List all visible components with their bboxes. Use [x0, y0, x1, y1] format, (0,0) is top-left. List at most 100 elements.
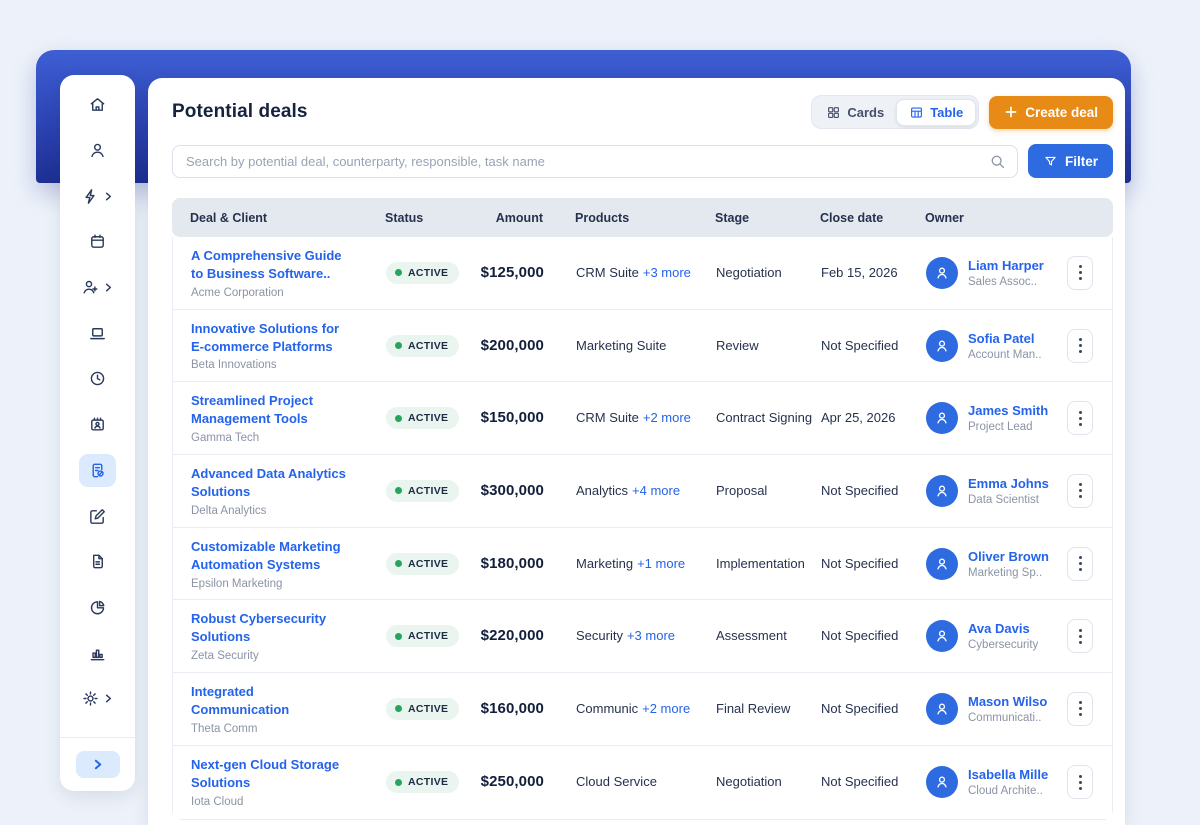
deal-title-link[interactable]: Integrated Communication	[191, 683, 353, 719]
status-badge: ACTIVE	[386, 698, 459, 720]
status-label: ACTIVE	[408, 776, 448, 788]
sidebar-item-contacts[interactable]	[60, 128, 135, 174]
sidebar-item-reports[interactable]	[60, 585, 135, 631]
search-input[interactable]	[172, 145, 1018, 178]
status-badge: ACTIVE	[386, 480, 459, 502]
pie-chart-icon	[88, 598, 107, 617]
table-row[interactable]: Advanced Data Analytics Solutions Delta …	[173, 455, 1112, 528]
table-row[interactable]: Customizable Marketing Automation System…	[173, 528, 1112, 601]
filter-label: Filter	[1065, 154, 1098, 169]
product-name: Marketing Suite	[576, 338, 666, 353]
product-name: Analytics	[576, 483, 628, 498]
filter-button[interactable]: Filter	[1028, 144, 1113, 178]
row-menu-button[interactable]	[1067, 474, 1093, 508]
person-icon	[933, 482, 951, 500]
gear-icon	[81, 689, 100, 708]
deal-title-link[interactable]: Next-gen Cloud Storage Solutions	[191, 756, 353, 792]
sidebar-item-leads[interactable]	[60, 265, 135, 311]
table-row[interactable]: A Comprehensive Guide to Business Softwa…	[173, 237, 1112, 310]
status-badge: ACTIVE	[386, 553, 459, 575]
row-menu-button[interactable]	[1067, 692, 1093, 726]
sidebar-item-settings[interactable]	[60, 676, 135, 722]
deal-title-link[interactable]: Streamlined Project Management Tools	[191, 392, 353, 428]
deal-stage: Final Review	[716, 701, 790, 716]
owner-name-link[interactable]: James Smith	[968, 403, 1048, 418]
sidebar	[60, 75, 135, 791]
row-menu-button[interactable]	[1067, 765, 1093, 799]
owner-name-link[interactable]: Emma Johns	[968, 476, 1049, 491]
status-dot-icon	[395, 269, 402, 276]
row-menu-button[interactable]	[1067, 256, 1093, 290]
products-more-link[interactable]: +3 more	[627, 628, 675, 643]
create-deal-label: Create deal	[1025, 105, 1098, 120]
chevron-right-icon	[103, 282, 114, 293]
search-row: Filter	[172, 144, 1113, 178]
view-toggle: Cards Table	[811, 95, 979, 129]
products-more-link[interactable]: +1 more	[637, 556, 685, 571]
table-view-button[interactable]: Table	[896, 99, 976, 126]
deal-stage: Contract Signing	[716, 410, 812, 425]
sidebar-item-home[interactable]	[60, 82, 135, 128]
sidebar-item-history[interactable]	[60, 356, 135, 402]
deal-client: Zeta Security	[191, 650, 386, 662]
table-row[interactable]: Robust Cybersecurity Solutions Zeta Secu…	[173, 600, 1112, 673]
owner-name-link[interactable]: Oliver Brown	[968, 549, 1049, 564]
sidebar-item-analytics[interactable]	[60, 630, 135, 676]
chevron-right-icon	[103, 191, 114, 202]
sidebar-item-deals[interactable]	[60, 448, 135, 494]
toolbar-actions: Cards Table Create deal	[811, 95, 1113, 129]
deal-title-link[interactable]: A Comprehensive Guide to Business Softwa…	[191, 247, 353, 283]
deal-title-link[interactable]: Robust Cybersecurity Solutions	[191, 610, 353, 646]
table-row[interactable]: Next-gen Cloud Storage Solutions Iota Cl…	[173, 746, 1112, 819]
products-more-link[interactable]: +3 more	[643, 265, 691, 280]
deal-amount: $160,000	[481, 700, 544, 717]
create-deal-button[interactable]: Create deal	[989, 96, 1113, 129]
deal-amount: $180,000	[481, 555, 544, 572]
owner-name-link[interactable]: Mason Wilso	[968, 694, 1047, 709]
products-more-link[interactable]: +2 more	[643, 410, 691, 425]
sidebar-item-calendar[interactable]	[60, 219, 135, 265]
products-more-link[interactable]: +2 more	[642, 701, 690, 716]
bar-chart-icon	[88, 644, 107, 663]
row-menu-button[interactable]	[1067, 329, 1093, 363]
owner-role: Cybersecurity	[968, 639, 1038, 651]
row-menu-button[interactable]	[1067, 401, 1093, 435]
owner-avatar	[926, 402, 958, 434]
cards-view-label: Cards	[847, 105, 884, 120]
owner-name-link[interactable]: Isabella Mille	[968, 767, 1048, 782]
column-header-amount: Amount	[475, 211, 543, 225]
row-menu-button[interactable]	[1067, 619, 1093, 653]
deal-title-link[interactable]: Innovative Solutions for E-commerce Plat…	[191, 320, 353, 356]
deal-amount: $220,000	[481, 627, 544, 644]
owner-name-link[interactable]: Liam Harper	[968, 258, 1044, 273]
user-icon	[88, 141, 107, 160]
sidebar-item-contact-cards[interactable]	[60, 402, 135, 448]
owner-name-link[interactable]: Sofia Patel	[968, 331, 1042, 346]
status-badge: ACTIVE	[386, 407, 459, 429]
deal-title-link[interactable]: Customizable Marketing Automation System…	[191, 538, 353, 574]
row-menu-button[interactable]	[1067, 547, 1093, 581]
sidebar-item-workspace[interactable]	[60, 310, 135, 356]
deal-title-link[interactable]: Advanced Data Analytics Solutions	[191, 465, 353, 501]
table-row[interactable]: Integrated Communication Theta Comm ACTI…	[173, 673, 1112, 746]
deal-stage: Assessment	[716, 628, 787, 643]
owner-role: Cloud Archite..	[968, 785, 1048, 797]
column-header-close-date: Close date	[820, 211, 925, 225]
owner-role: Account Man..	[968, 349, 1042, 361]
table-row[interactable]: Innovative Solutions for E-commerce Plat…	[173, 310, 1112, 383]
sidebar-item-documents[interactable]	[60, 539, 135, 585]
status-dot-icon	[395, 560, 402, 567]
status-dot-icon	[395, 487, 402, 494]
cards-view-button[interactable]: Cards	[814, 100, 896, 125]
owner-role: Sales Assoc..	[968, 276, 1044, 288]
sidebar-item-activity[interactable]	[60, 173, 135, 219]
products-more-link[interactable]: +4 more	[632, 483, 680, 498]
owner-name-link[interactable]: Ava Davis	[968, 621, 1038, 636]
deal-amount: $125,000	[481, 264, 544, 281]
table-row[interactable]: Streamlined Project Management Tools Gam…	[173, 382, 1112, 455]
sidebar-expand-button[interactable]	[76, 751, 120, 778]
funnel-icon	[1043, 154, 1058, 169]
sidebar-item-edit[interactable]	[60, 493, 135, 539]
close-date: Not Specified	[821, 628, 898, 643]
close-date: Not Specified	[821, 338, 898, 353]
